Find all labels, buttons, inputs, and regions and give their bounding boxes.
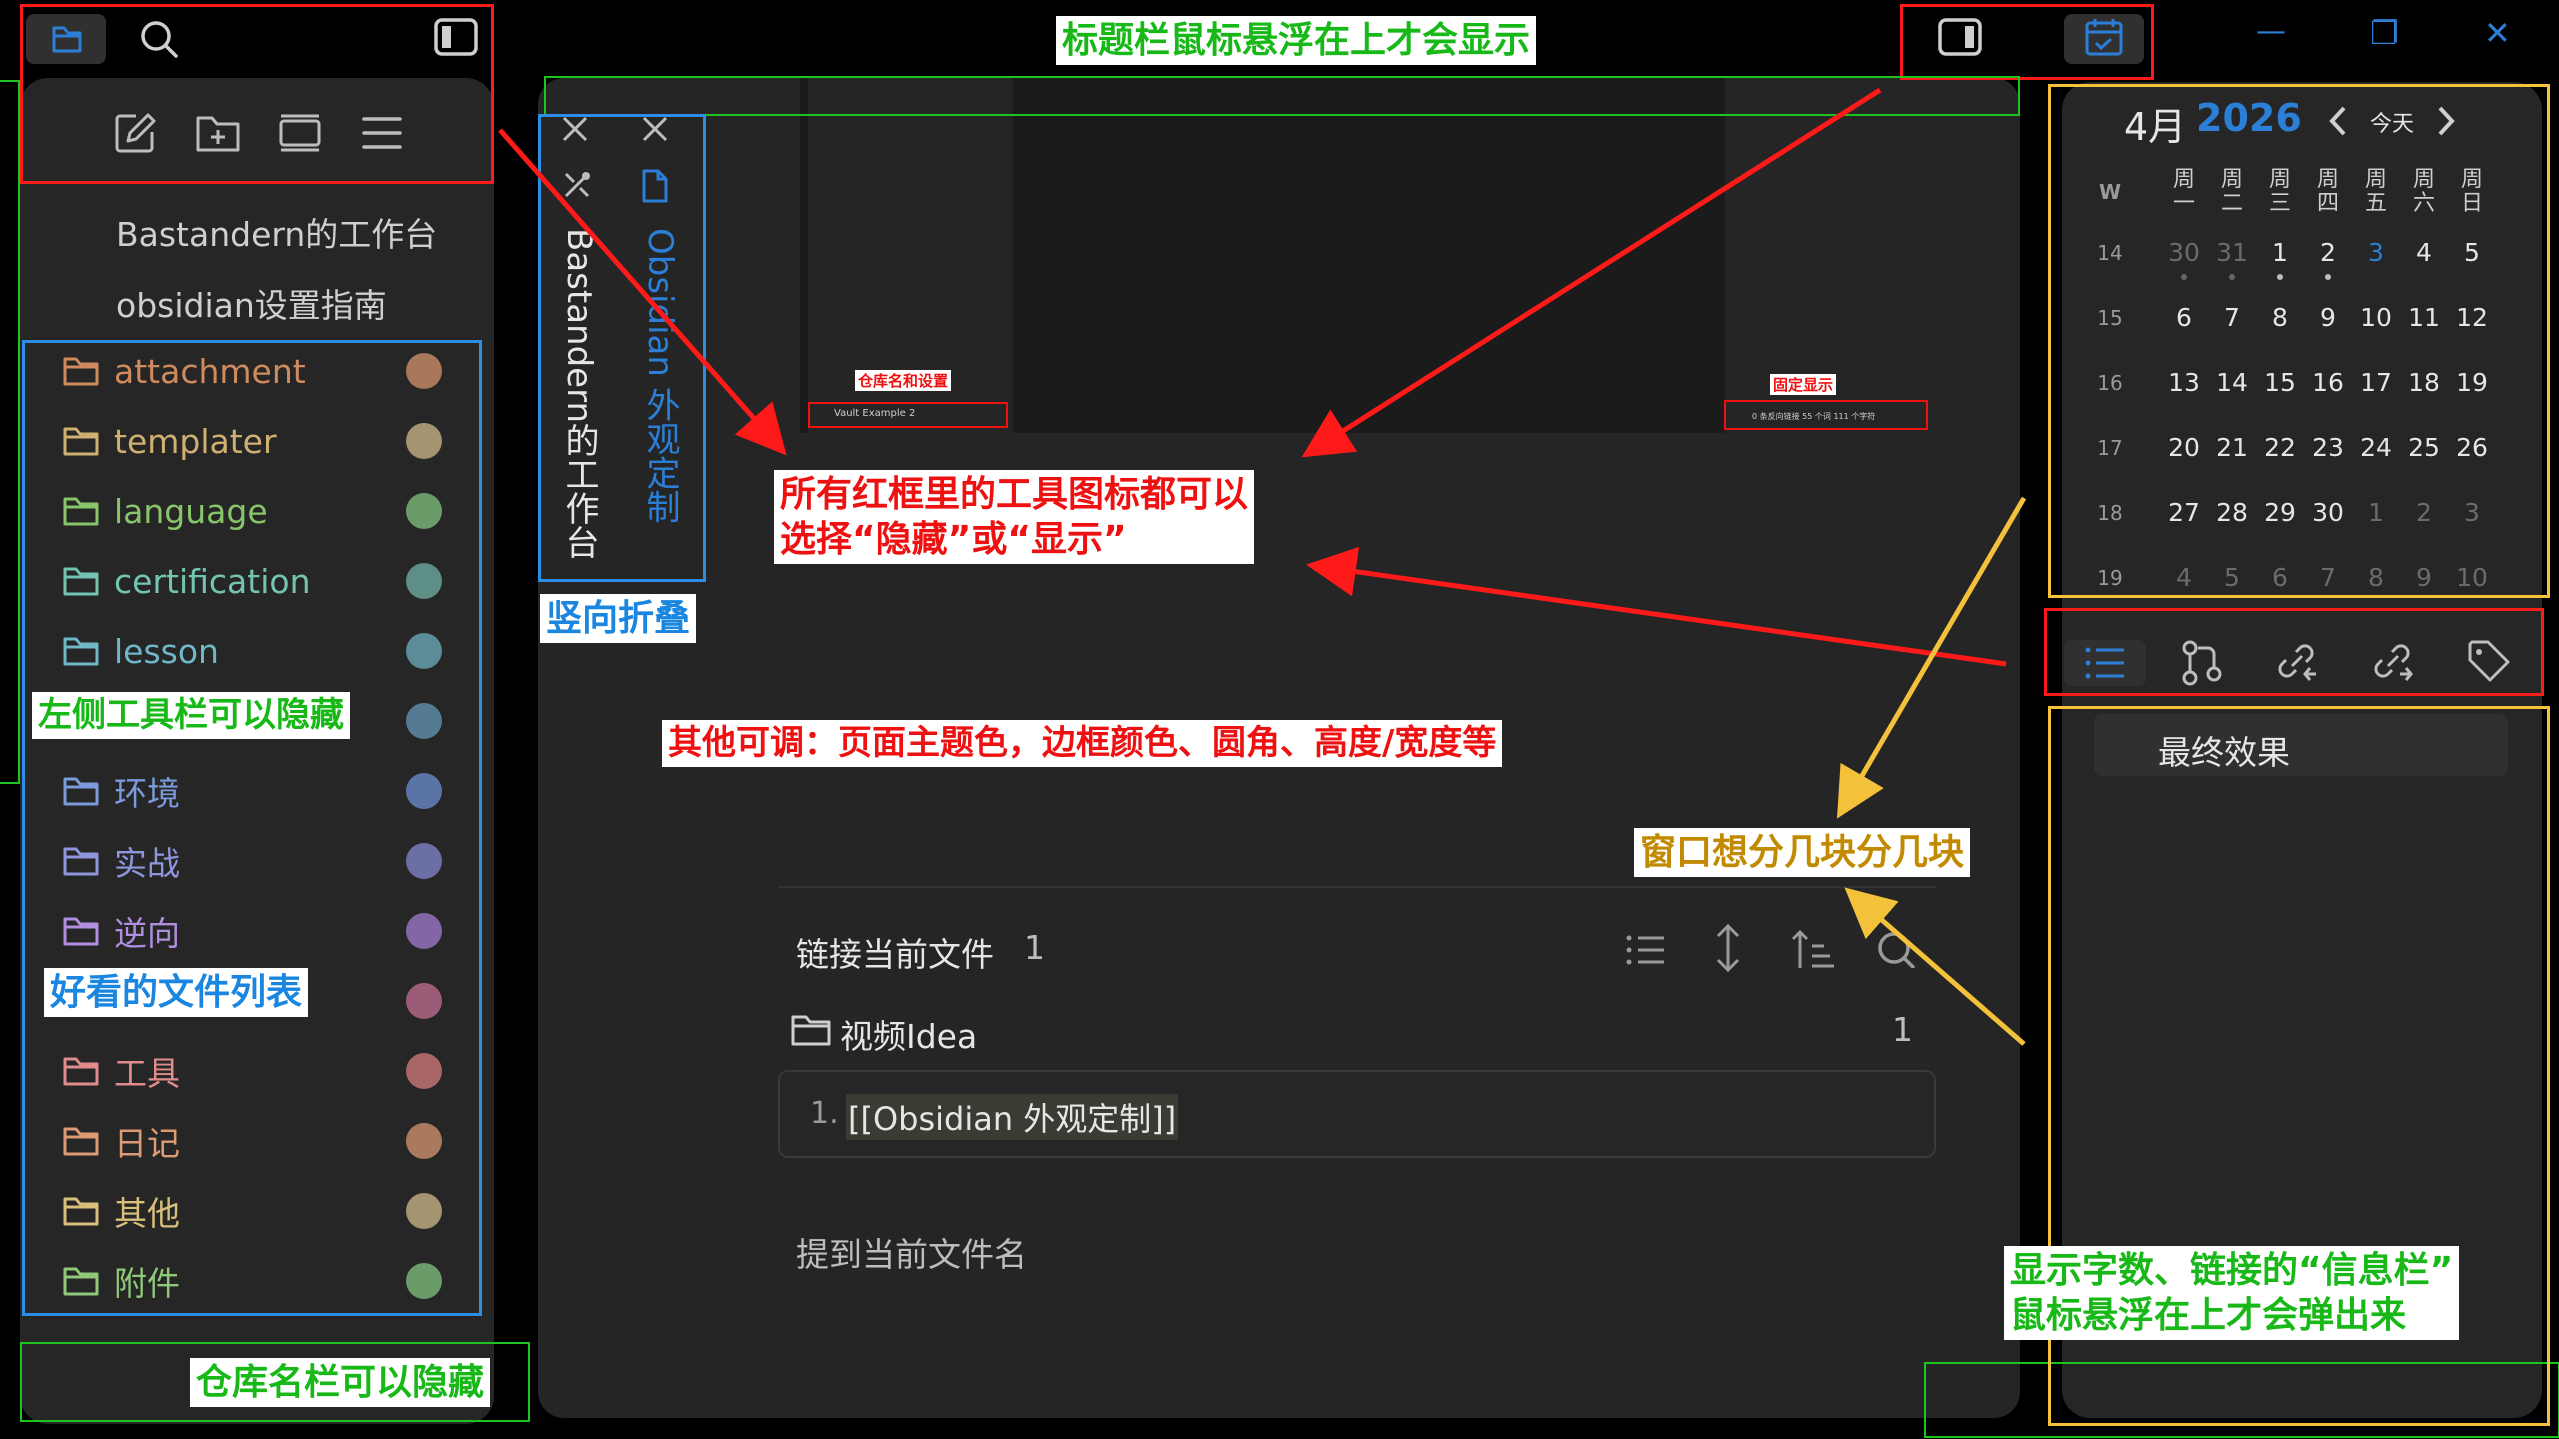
- callout-all-red-hideable: 所有红框里的工具图标都可以 选择“隐藏”或“显示”: [774, 470, 1255, 564]
- callout-titlebar-hint: 标题栏鼠标悬浮在上才会显示: [1056, 16, 1537, 65]
- callout-other-adjust: 其他可调：页面主题色，边框颜色、圆角、高度/宽度等: [662, 720, 1503, 767]
- callout-status-bar: 显示字数、链接的“信息栏” 鼠标悬浮在上才会弹出来: [2004, 1246, 2460, 1340]
- callout-split-window: 窗口想分几块分几块: [1634, 828, 1971, 877]
- callout-left-toolbar: 左侧工具栏可以隐藏: [32, 692, 350, 739]
- callout-vertical-fold: 竖向折叠: [540, 594, 697, 643]
- callout-file-list: 好看的文件列表: [44, 968, 309, 1017]
- callout-vault-bar: 仓库名栏可以隐藏: [190, 1358, 491, 1407]
